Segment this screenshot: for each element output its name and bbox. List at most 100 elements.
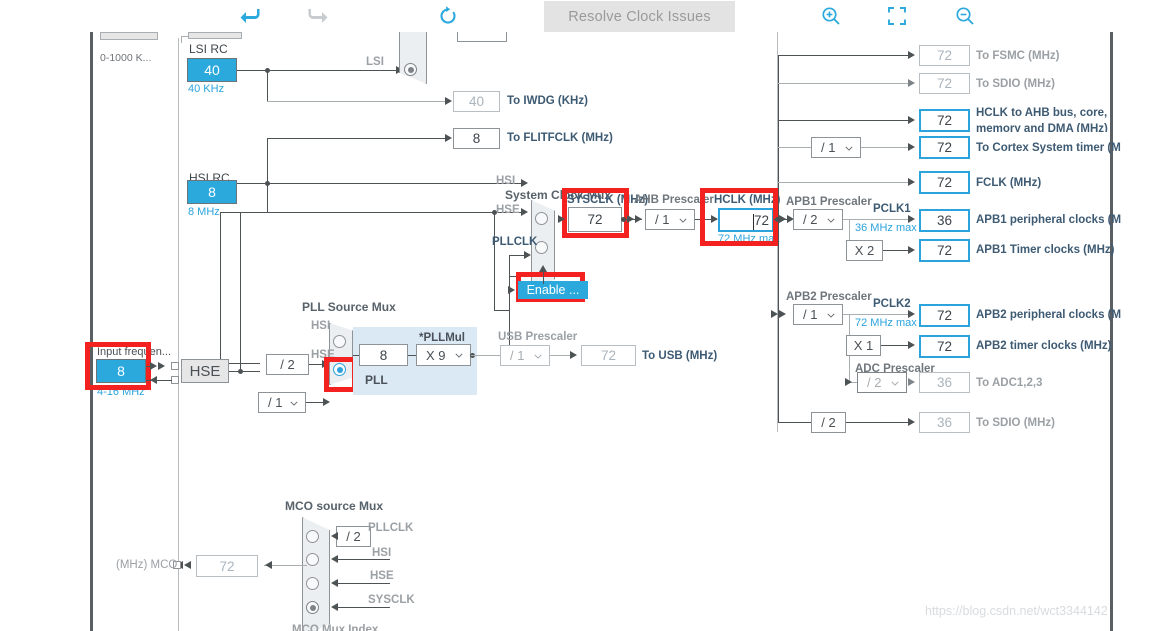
chevron-down-icon (534, 354, 542, 359)
cortex-wire-out (861, 147, 913, 148)
mco-in-arrow-pllclk (331, 532, 338, 540)
sdio2-value[interactable]: 36 (919, 412, 970, 433)
pclk1-max-label: 36 MHz max (855, 222, 917, 234)
reset-circular-arrow-icon[interactable] (433, 2, 463, 30)
redo-arrow-icon[interactable] (303, 2, 333, 30)
fit-to-screen-icon[interactable] (882, 2, 912, 30)
lsi-to-iwdg-wire (267, 101, 445, 102)
pll-mux-radio-hsi[interactable] (333, 335, 346, 348)
unnamed-top-box[interactable] (457, 32, 507, 42)
usb-out-label: To USB (MHz) (642, 350, 718, 362)
adc-prescaler-dropdown[interactable]: / 2 (857, 372, 907, 393)
apb2-timer-mul[interactable]: X 1 (846, 335, 881, 356)
mco-pin-label: (MHz) MCO (116, 559, 178, 571)
sysclk-value[interactable]: 72 (568, 207, 622, 232)
input-frequency-value[interactable]: 8 (96, 359, 146, 383)
lsi-rc-value[interactable]: 40 (187, 58, 237, 82)
ahb-output-value-4[interactable]: 72 (919, 171, 970, 194)
mco-src-hse: HSE (370, 570, 394, 582)
undo-arrow-icon[interactable] (235, 2, 265, 30)
usb-prescaler-dropdown[interactable]: / 1 (500, 345, 550, 366)
mco-hse-wire (338, 583, 390, 584)
pclk1-label: PCLK1 (873, 203, 911, 215)
zoom-out-icon[interactable] (950, 2, 980, 30)
apb1-prescaler-dropdown[interactable]: / 2 (793, 209, 843, 230)
mco-mux-radio-hsi[interactable] (306, 553, 319, 566)
hse-sysmux-arrow (521, 208, 528, 216)
cortex-prescaler-dropdown[interactable]: / 1 (811, 137, 861, 158)
iwdg-arrow (445, 97, 452, 105)
apb2-in-arrow-1 (771, 310, 778, 318)
lsi-rc-unit: 40 KHz (188, 83, 225, 95)
sdio2-wire-in (778, 422, 811, 423)
clock-configuration-screen: Resolve Clock Issues 0-1000 K... LSI RC … (0, 0, 1167, 631)
mco-value[interactable]: 72 (196, 555, 258, 577)
apb1-timer-value[interactable]: 72 (919, 239, 970, 262)
chevron-down-icon (679, 218, 687, 223)
usb-in-wire (471, 355, 500, 356)
ahb-prescaler-dropdown[interactable]: / 1 (645, 209, 695, 230)
usb-out-value[interactable]: 72 (581, 345, 636, 366)
rtc-mux-radio-lsi[interactable] (404, 63, 417, 76)
zoom-in-icon[interactable] (816, 2, 846, 30)
ahb-output-label-2: HCLK to AHB bus, core, (976, 107, 1108, 119)
apb1-periph-value[interactable]: 36 (919, 209, 970, 232)
pllmul-dropdown[interactable]: X 9 (416, 344, 471, 366)
ahb-output-label-4: FCLK (MHz) (976, 177, 1042, 189)
hse-out-pin[interactable] (171, 376, 179, 384)
mco-sysclk-wire (338, 607, 390, 608)
ahb-output-value-2[interactable]: 72 (919, 109, 970, 132)
mco-mux-radio-sysclk[interactable] (306, 601, 319, 614)
ahb-output-label-0: To FSMC (MHz) (976, 50, 1060, 62)
apb2-prescaler-value: / 1 (803, 307, 818, 322)
pll-input-value[interactable]: 8 (359, 344, 408, 366)
hsi-rc-value[interactable]: 8 (187, 180, 237, 204)
hse-box[interactable]: HSE (181, 359, 229, 383)
apb1-timer-mul[interactable]: X 2 (846, 240, 883, 261)
pclk2-label: PCLK2 (873, 298, 911, 310)
apb2-periph-value[interactable]: 72 (919, 304, 970, 327)
pll-mux-radio-hse[interactable] (333, 363, 346, 376)
sdio2-div-box[interactable]: / 2 (811, 412, 846, 433)
watermark: https://blog.csdn.net/wct3344142 (925, 604, 1108, 618)
resolve-clock-issues-button[interactable]: Resolve Clock Issues (544, 1, 735, 32)
lsi-top-stub-wire-v (181, 36, 182, 43)
apb2-timer-value[interactable]: 72 (919, 335, 970, 358)
usb-prescaler-title: USB Prescaler (498, 331, 578, 343)
pllclk-to-sysmux (509, 276, 529, 277)
hclk-value[interactable]: 72 (718, 208, 774, 232)
mco-div-box[interactable]: / 2 (336, 526, 371, 547)
ahb-output-value-1[interactable]: 72 (919, 73, 970, 94)
chevron-down-icon (891, 381, 899, 386)
sysmux-radio-hsi[interactable] (535, 212, 548, 225)
usb-prescaler-value: / 1 (510, 348, 525, 363)
mco-src-sysclk: SYSCLK (368, 594, 415, 606)
sdio2-wire-out (846, 422, 913, 423)
ahb-output-label-3: To Cortex System timer (M (976, 142, 1121, 154)
adc-label: To ADC1,2,3 (976, 377, 1043, 389)
chevron-down-icon (290, 401, 298, 406)
mco-mux-radio-pllclk[interactable] (306, 530, 319, 543)
flitfclk-riser (267, 138, 268, 183)
enable-css-button[interactable]: Enable ... (518, 281, 588, 299)
ahb-output-value-0[interactable]: 72 (919, 45, 970, 66)
lse-partial-box[interactable] (100, 32, 158, 40)
apb1-periph-arrow (908, 215, 915, 223)
mco-in-arrow-sysclk (331, 603, 338, 611)
adc-value[interactable]: 36 (919, 372, 970, 393)
iwdg-value[interactable]: 40 (453, 91, 500, 112)
pll-mux-port-hsi: HSI (311, 320, 331, 332)
resolve-clock-issues-label: Resolve Clock Issues (568, 8, 711, 25)
hse-div-dropdown[interactable]: / 1 (258, 392, 306, 413)
hse-in-pin[interactable] (171, 362, 179, 370)
clock-tree-canvas[interactable]: 0-1000 K... LSI RC 40 40 KHz LSI 40 To I… (0, 32, 1167, 631)
ahb-output-value-3[interactable]: 72 (919, 136, 970, 159)
apb2-prescaler-dropdown[interactable]: / 1 (793, 304, 843, 325)
hsi-div2-box[interactable]: / 2 (266, 354, 309, 375)
mco-mux-radio-hse[interactable] (306, 577, 319, 590)
rtc-source-mux[interactable] (399, 32, 427, 84)
left-panel-divider (90, 32, 93, 631)
flitfclk-value[interactable]: 8 (453, 128, 500, 149)
apb1-in-arrow-1 (779, 215, 786, 223)
lsi-rc-partial-top (188, 32, 242, 39)
